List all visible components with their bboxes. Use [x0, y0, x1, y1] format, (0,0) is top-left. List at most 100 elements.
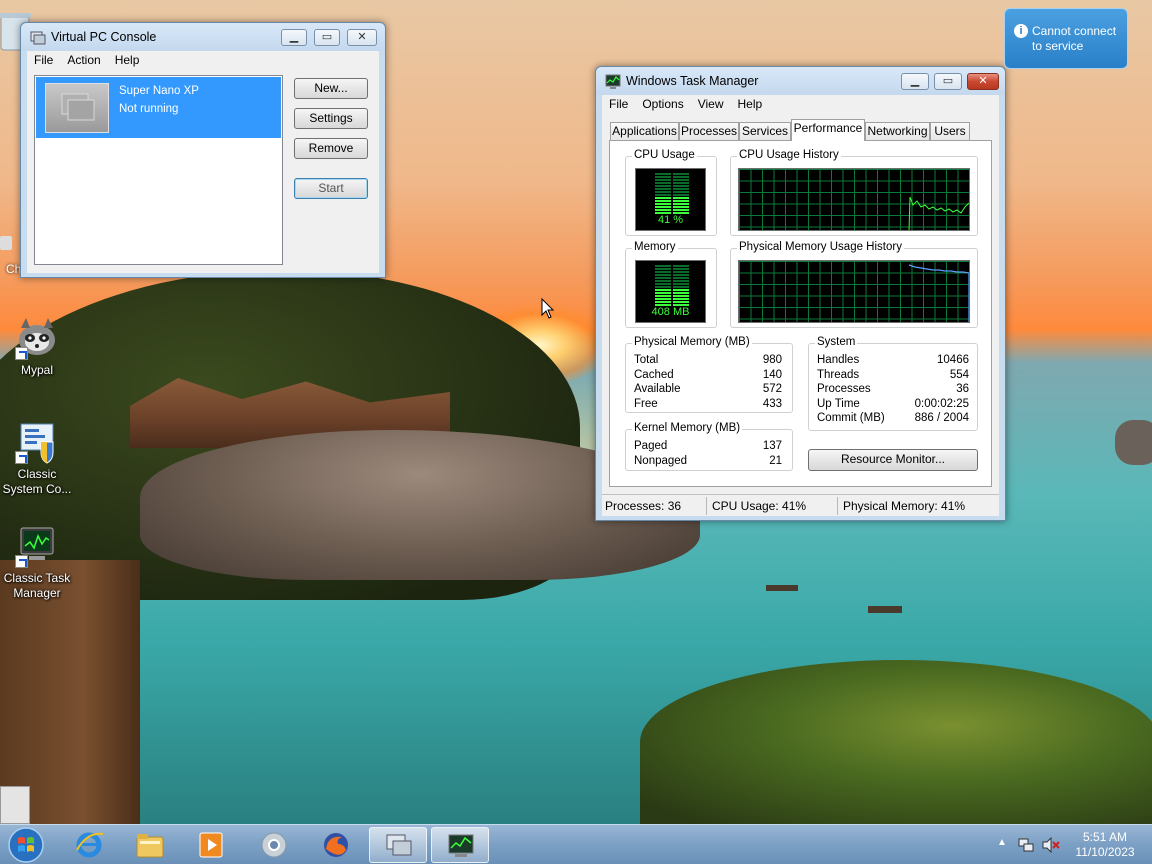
volume-muted-icon[interactable]	[1042, 837, 1060, 853]
notification-balloon[interactable]: i Cannot connect to service	[1004, 8, 1128, 69]
cpu-history-label: CPU Usage History	[737, 149, 841, 161]
shortcut-arrow-icon	[15, 347, 28, 360]
meter-segment	[655, 200, 671, 202]
meter-segment	[673, 191, 689, 193]
meter-segment	[655, 277, 671, 279]
cpu-history-line	[908, 196, 969, 230]
tab-applications[interactable]: Applications	[610, 122, 679, 140]
taskbar-chrome[interactable]	[245, 827, 303, 863]
desktop-icon-label: Classic Task	[3, 571, 71, 585]
window-title: Virtual PC Console	[51, 30, 157, 44]
meter-segment	[673, 206, 689, 208]
taskbar-media-player[interactable]	[182, 827, 240, 863]
cpu-history-group: CPU Usage History	[730, 149, 978, 236]
maximize-button[interactable]: ▭	[934, 73, 962, 90]
tab-services[interactable]: Services	[739, 122, 791, 140]
client-area: Super Nano XP Not running New... Setting…	[27, 70, 379, 273]
meter-segment	[655, 176, 671, 178]
settings-button[interactable]: Settings	[294, 108, 368, 129]
partial-icon	[0, 786, 30, 824]
meter-segment	[655, 209, 671, 211]
mouse-cursor-icon	[541, 298, 555, 319]
show-hidden-icons-chevron-icon[interactable]: ▲	[997, 837, 1007, 848]
desktop-icon-mypal[interactable]: Mypal	[0, 316, 76, 378]
info-icon: i	[1014, 24, 1028, 38]
meter-segment	[655, 286, 671, 288]
meter-segment	[655, 265, 671, 267]
close-button[interactable]: ✕	[967, 73, 999, 90]
vm-list[interactable]: Super Nano XP Not running	[34, 75, 283, 265]
minimize-button[interactable]: ▁	[281, 29, 307, 46]
folder-icon	[136, 834, 164, 858]
meter-segment	[655, 206, 671, 208]
tab-networking[interactable]: Networking	[865, 122, 930, 140]
menu-bar: File Options View Help	[602, 95, 999, 114]
taskbar-internet-explorer[interactable]	[60, 827, 118, 863]
vm-status: Not running	[119, 103, 179, 115]
title-bar[interactable]: Windows Task Manager ▁ ▭ ✕	[596, 67, 1005, 95]
status-physical-memory: Physical Memory: 41%	[843, 499, 966, 513]
taskbar-task-manager[interactable]	[431, 827, 489, 863]
meter-segment	[655, 292, 671, 294]
clock-date: 11/10/2023	[1075, 845, 1135, 859]
menu-bar: File Action Help	[27, 51, 379, 70]
menu-view[interactable]: View	[691, 95, 731, 113]
desktop-icon-label: Classic	[17, 467, 57, 481]
menu-action[interactable]: Action	[60, 51, 107, 69]
menu-help[interactable]: Help	[108, 51, 147, 69]
status-divider	[706, 497, 707, 515]
memory-history-graph	[738, 260, 970, 323]
maximize-button[interactable]: ▭	[314, 29, 340, 46]
notification-line: Cannot connect	[1032, 24, 1117, 38]
memory-value: 408 MB	[651, 306, 690, 318]
minimize-button[interactable]: ▁	[901, 73, 929, 90]
meter-segment	[673, 292, 689, 294]
vm-list-item[interactable]: Super Nano XP Not running	[36, 77, 281, 138]
meter-segment	[655, 179, 671, 181]
meter-segment	[673, 265, 689, 267]
wallpaper-boat	[766, 585, 798, 591]
wallpaper-boat	[868, 606, 902, 613]
taskbar-firefox[interactable]	[307, 827, 365, 863]
taskbar-virtual-pc-console[interactable]	[369, 827, 427, 863]
desktop-icon-classic-task-manager[interactable]: Classic Task Manager	[0, 524, 76, 601]
resource-monitor-button[interactable]: Resource Monitor...	[808, 449, 978, 471]
menu-help[interactable]: Help	[731, 95, 770, 113]
cpu-usage-meter: 41 %	[635, 168, 706, 231]
meter-segment	[673, 209, 689, 211]
tab-processes[interactable]: Processes	[679, 122, 739, 140]
tab-users[interactable]: Users	[930, 122, 970, 140]
taskbar-file-explorer[interactable]	[121, 827, 179, 863]
task-manager-icon	[448, 834, 474, 857]
close-button[interactable]: ✕	[347, 29, 377, 46]
meter-segment	[673, 179, 689, 181]
meter-segment	[673, 277, 689, 279]
status-divider	[837, 497, 838, 515]
new-button[interactable]: New...	[294, 78, 368, 99]
desktop-icon-label: Manager	[13, 586, 61, 600]
menu-file[interactable]: File	[602, 95, 635, 113]
meter-segment	[673, 188, 689, 190]
meter-segment	[655, 185, 671, 187]
tab-performance[interactable]: Performance	[791, 119, 865, 141]
cpu-usage-bars	[655, 173, 689, 214]
meter-segment	[655, 191, 671, 193]
menu-file[interactable]: File	[27, 51, 60, 69]
meter-segment	[673, 289, 689, 291]
meter-segment	[655, 274, 671, 276]
cpu-usage-group: CPU Usage 41 %	[625, 149, 717, 236]
menu-options[interactable]: Options	[635, 95, 690, 113]
title-bar[interactable]: Virtual PC Console ▁ ▭ ✕	[21, 23, 385, 51]
remove-button[interactable]: Remove	[294, 138, 368, 159]
system-clock[interactable]: 5:51 AM 11/10/2023	[1064, 830, 1146, 860]
meter-segment	[673, 301, 689, 303]
start-button[interactable]: Start	[294, 178, 368, 199]
partial-icon	[0, 236, 12, 250]
meter-segment	[673, 298, 689, 300]
desktop-icon-classic-system-control[interactable]: Classic System Co...	[0, 420, 76, 497]
shortcut-arrow-icon	[15, 555, 28, 568]
minimize-icon: ▁	[910, 75, 920, 87]
meter-segment	[673, 274, 689, 276]
network-icon[interactable]	[1018, 837, 1034, 853]
start-button[interactable]	[4, 826, 48, 864]
